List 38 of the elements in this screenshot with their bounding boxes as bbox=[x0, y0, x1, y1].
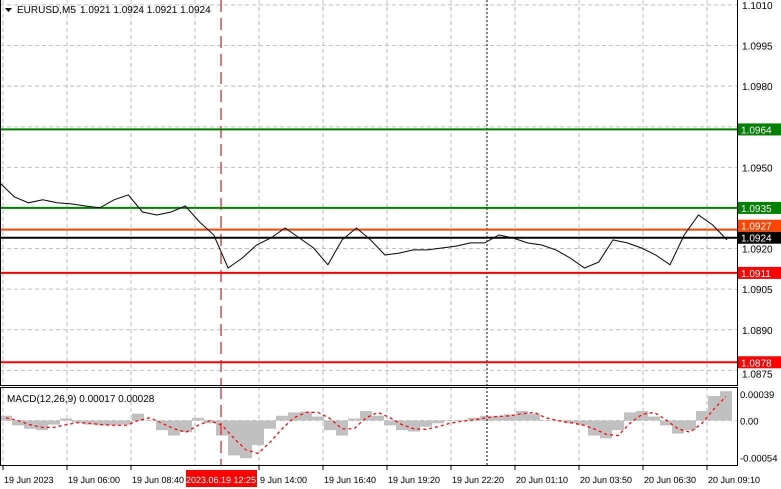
price-tag: 1.0924 bbox=[738, 232, 781, 245]
time-label: 9 Jun 14:00 bbox=[260, 475, 308, 485]
ref-line-label: 1.0878 bbox=[741, 358, 772, 370]
axis-label: 1.0950 bbox=[742, 163, 773, 174]
axis-label: 1.0890 bbox=[742, 326, 773, 337]
time-label: 19 Jun 22:20 bbox=[452, 475, 504, 485]
ref-line-label: 1.0935 bbox=[741, 204, 772, 215]
axis-label: 1.0875 bbox=[742, 369, 773, 380]
time-label: 20 Jun 09:10 bbox=[708, 475, 760, 485]
time-label: 20 Jun 06:30 bbox=[644, 475, 696, 485]
indicator-title: MACD(12,26,9) 0.00017 0.00028 bbox=[7, 394, 154, 405]
axis-label: 1.0920 bbox=[742, 244, 773, 256]
time-label: 20 Jun 03:50 bbox=[580, 475, 632, 485]
ref-line-label: 1.0924 bbox=[741, 234, 772, 245]
time-tag: 2023.06.19 12:25 bbox=[186, 470, 257, 487]
axis-label: -0.00054 bbox=[740, 453, 778, 464]
price-tag: 1.0878 bbox=[738, 356, 781, 370]
time-label: 19 Jun 06:00 bbox=[68, 475, 120, 485]
price-tag: 1.0935 bbox=[738, 202, 781, 215]
axis-label: 0.00039 bbox=[740, 390, 774, 401]
ref-line-label: 1.0911 bbox=[741, 268, 772, 280]
time-label: 19 Jun 16:40 bbox=[324, 475, 376, 485]
price-tag: 1.0911 bbox=[738, 266, 781, 280]
axis-label: 1.0980 bbox=[742, 82, 773, 94]
axis-label: 0.00 bbox=[740, 416, 758, 428]
ref-line-label: 1.0927 bbox=[741, 222, 772, 233]
price-tag: 1.0927 bbox=[738, 220, 781, 233]
axis-label: 1.0995 bbox=[742, 41, 773, 52]
price-tag: 1.0964 bbox=[738, 123, 781, 136]
ohlc-values: 1.0921 1.0924 1.0921 1.0924 bbox=[80, 5, 211, 16]
ref-line-label: 1.0964 bbox=[741, 125, 772, 136]
axis-label: 1.1010 bbox=[742, 0, 773, 12]
time-label: 19 Jun 08:40 bbox=[132, 475, 184, 485]
time-label: 19 Jun 19:20 bbox=[388, 475, 440, 485]
axis-label: 1.0905 bbox=[742, 285, 773, 296]
chart-title: EURUSD,M5 bbox=[17, 5, 76, 16]
time-label: 19 Jun 2023 bbox=[4, 475, 54, 485]
time-label: 20 Jun 01:10 bbox=[516, 475, 568, 485]
